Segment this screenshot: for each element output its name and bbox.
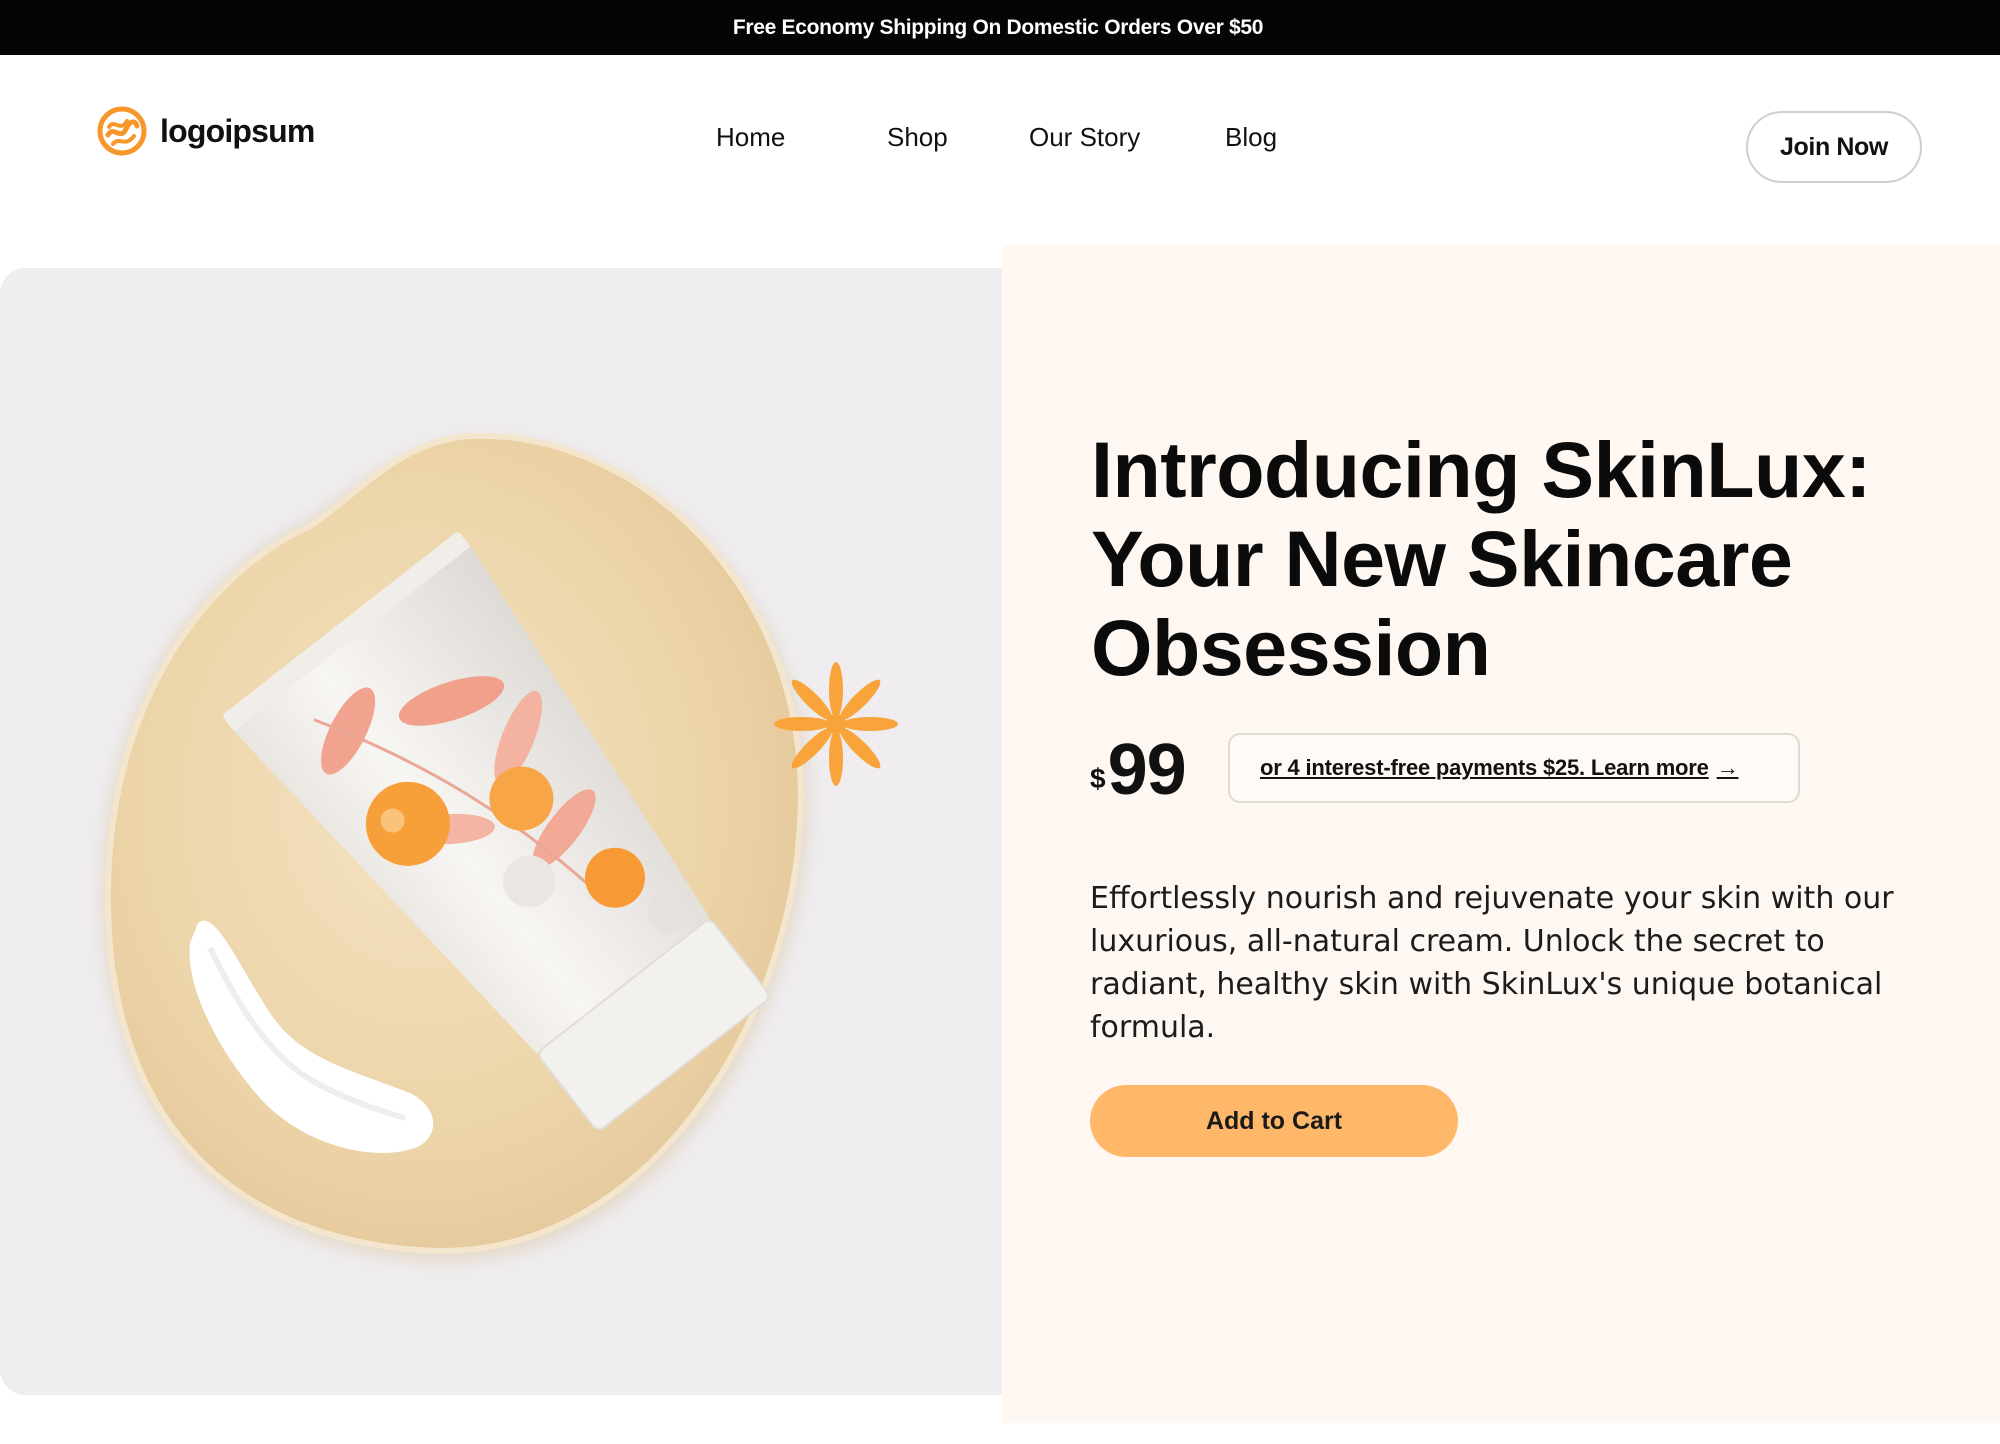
hero-description: Effortlessly nourish and rejuvenate your…: [1090, 881, 1894, 1045]
nav-link-blog[interactable]: Blog: [1225, 122, 1277, 153]
asterisk-decoration-icon: [774, 662, 898, 786]
announcement-text: Free Economy Shipping On Domestic Orders…: [732, 15, 1264, 39]
product-photo: [0, 268, 1002, 1395]
hero-headline: Introducing SkinLux: Your New Skincare O…: [1091, 425, 1871, 692]
price: $ 99: [1090, 730, 1187, 810]
nav-link-shop[interactable]: Shop: [887, 122, 948, 153]
installments-learn-more-link[interactable]: or 4 interest-free payments $25. Learn m…: [1228, 733, 1800, 803]
main-nav: Home Shop Our Story Blog: [0, 122, 2000, 162]
nav-link-home[interactable]: Home: [716, 122, 785, 153]
price-currency: $: [1090, 763, 1106, 794]
installments-text: or 4 interest-free payments $25. Learn m…: [1260, 755, 1709, 780]
price-amount: 99: [1107, 730, 1187, 810]
hero-content-panel: Introducing SkinLux: Your New Skincare O…: [1002, 245, 2000, 1423]
arrow-right-icon: →: [1716, 755, 1739, 780]
add-to-cart-button[interactable]: Add to Cart: [1090, 1085, 1458, 1157]
hero-product-image: [0, 268, 1002, 1395]
site-header: logoipsum Home Shop Our Story Blog Join …: [0, 55, 2000, 245]
announcement-bar: Free Economy Shipping On Domestic Orders…: [0, 0, 2000, 55]
join-now-button[interactable]: Join Now: [1746, 111, 1922, 183]
nav-link-our-story[interactable]: Our Story: [1029, 122, 1140, 153]
